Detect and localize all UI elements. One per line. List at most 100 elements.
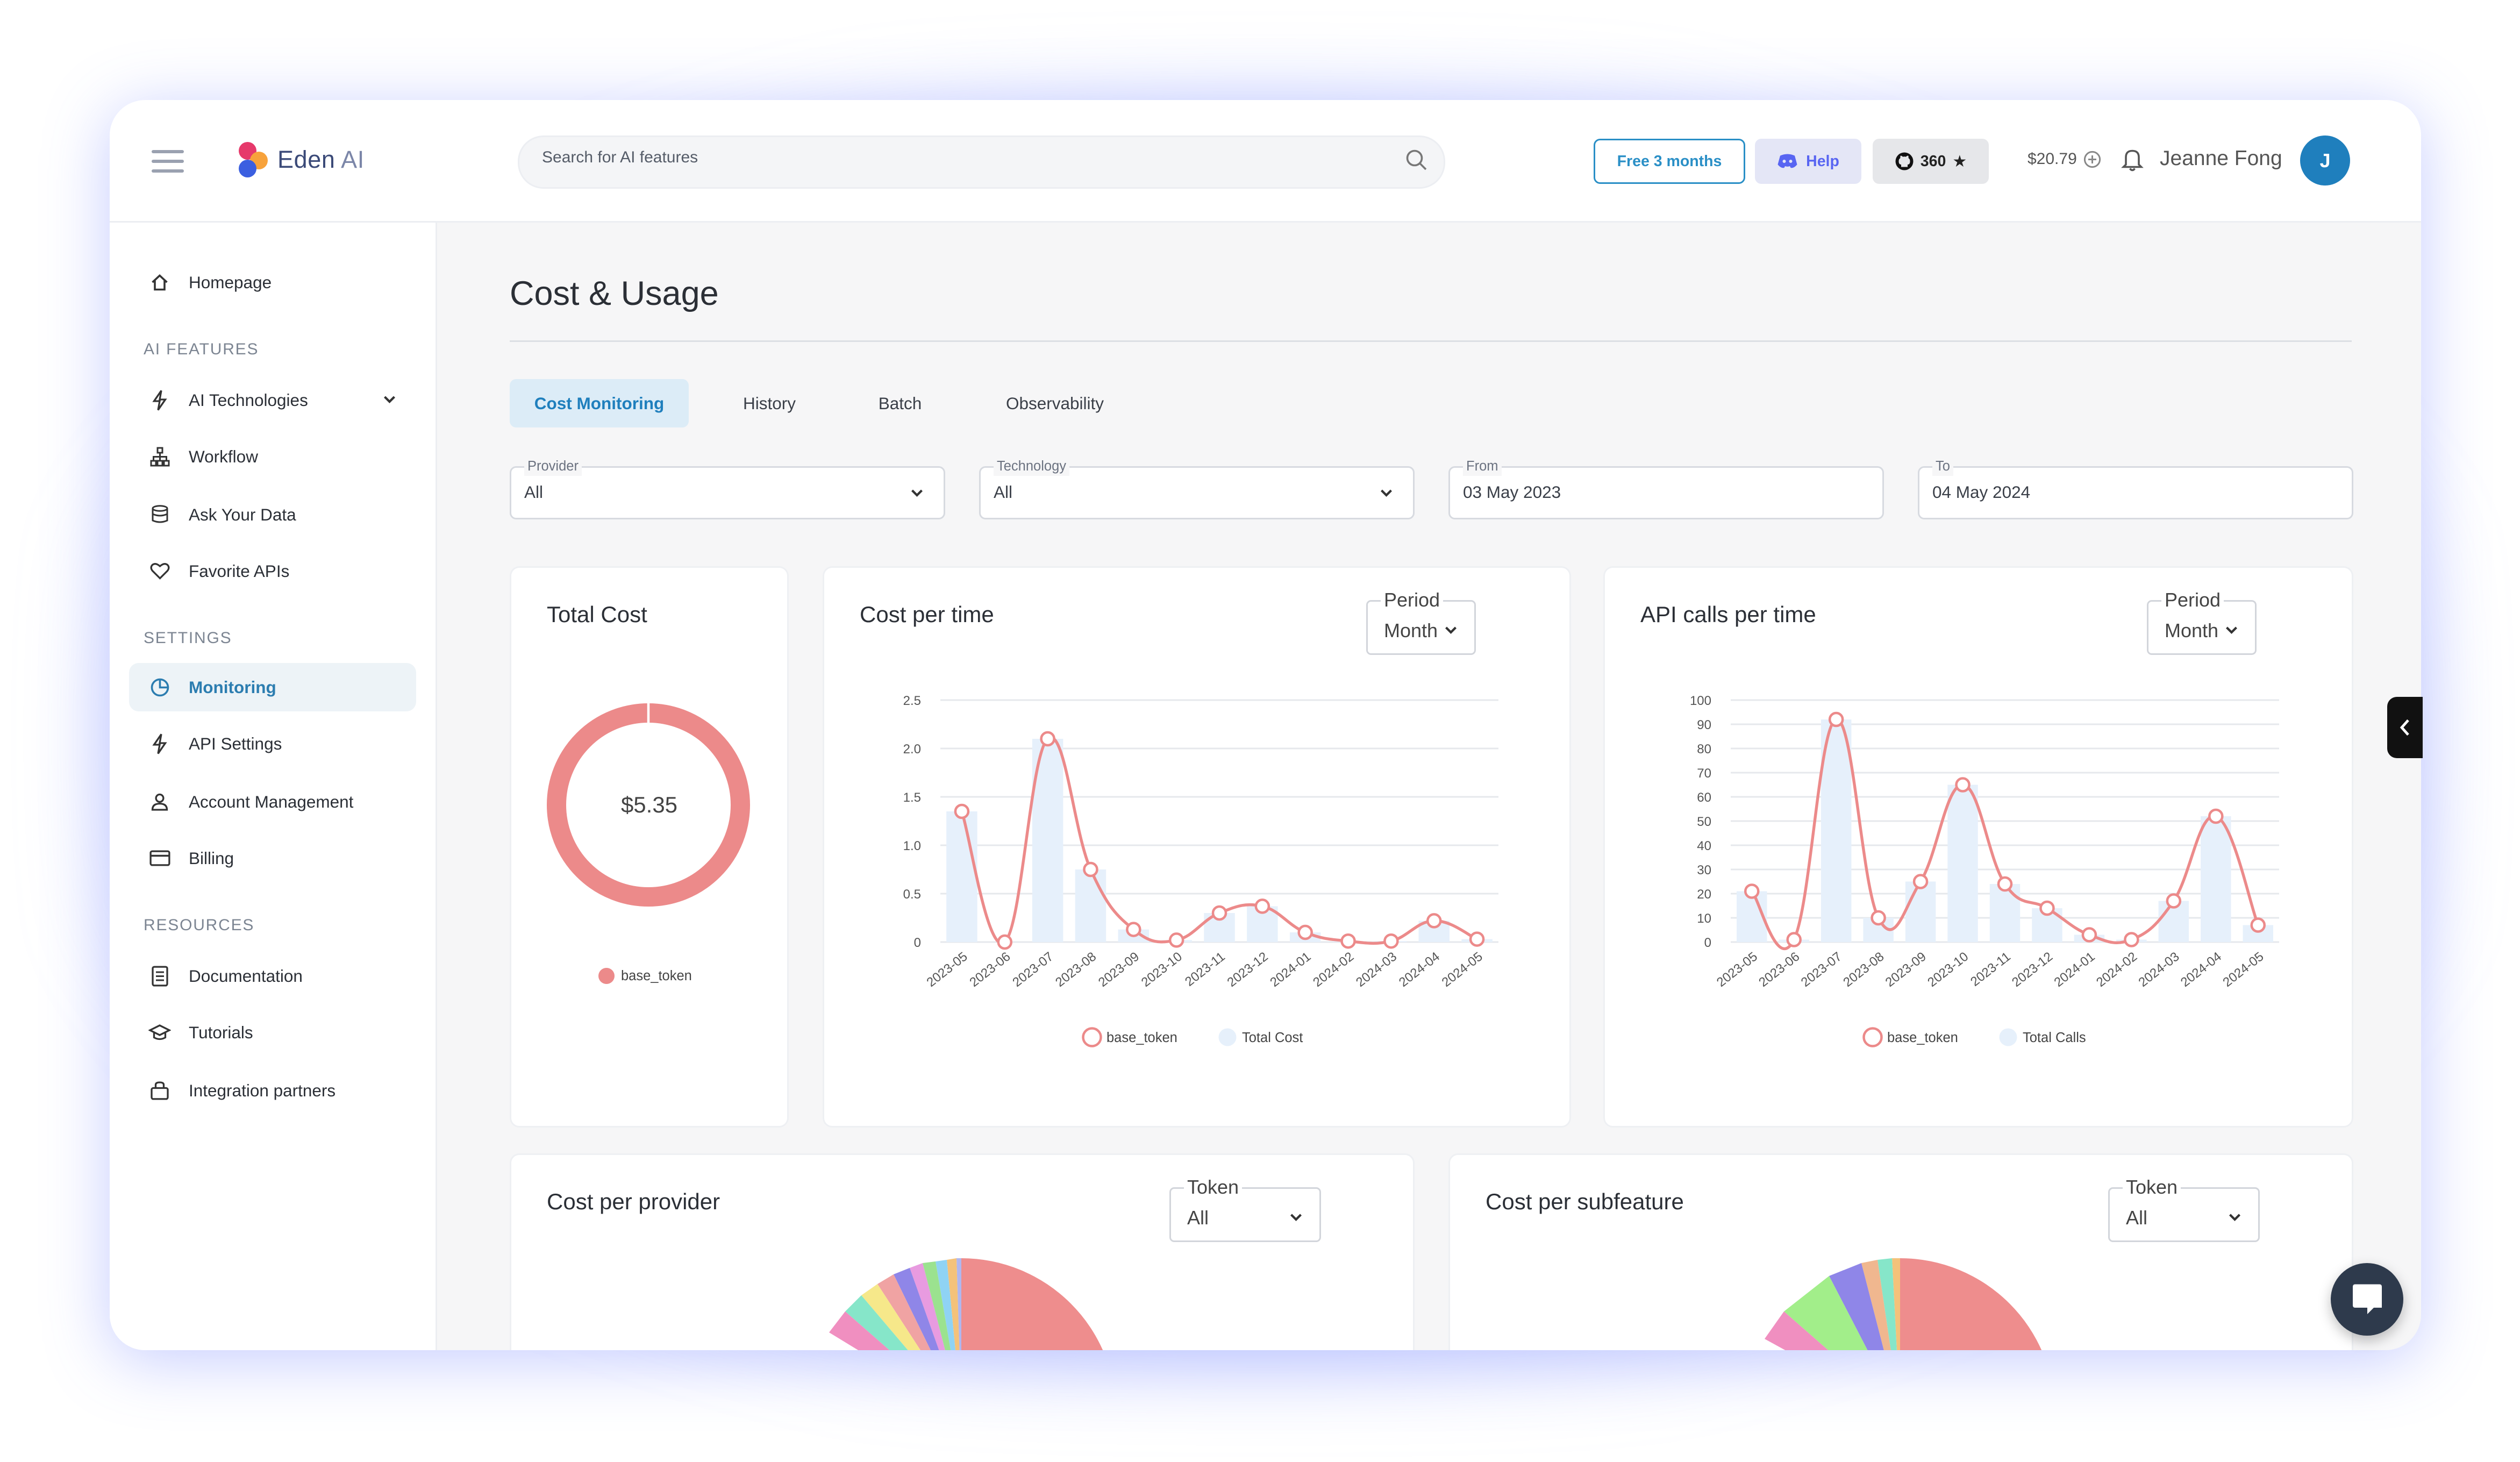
chevron-down-icon[interactable] (1379, 486, 1394, 500)
total-cost-value: $5.35 (620, 792, 678, 817)
tab-batch[interactable]: Batch (850, 379, 950, 427)
legend-label: base_token (621, 968, 692, 983)
provider-token-select[interactable]: Token All (1169, 1178, 1321, 1242)
data-point[interactable] (1297, 924, 1313, 940)
data-point[interactable] (1955, 777, 1971, 793)
data-point[interactable] (2250, 917, 2266, 933)
data-point[interactable] (1340, 933, 1356, 949)
notification-bell-icon[interactable] (2121, 147, 2144, 173)
bar[interactable] (2201, 816, 2231, 942)
graduation-cap-icon (148, 1021, 171, 1044)
x-tick-label: 2023-07 (1798, 949, 1845, 990)
data-point[interactable] (1126, 922, 1141, 937)
data-point[interactable] (1828, 711, 1844, 728)
section-settings: SETTINGS (144, 629, 232, 647)
bar[interactable] (1905, 881, 1936, 943)
data-point[interactable] (1871, 910, 1886, 926)
sidebar-item-integration-partners[interactable]: Integration partners (129, 1066, 416, 1115)
cost-per-subfeature-title: Cost per subfeature (1486, 1189, 1684, 1214)
sidebar-item-billing[interactable]: Billing (129, 834, 416, 882)
data-point[interactable] (1083, 861, 1098, 878)
tab-cost-monitoring[interactable]: Cost Monitoring (510, 379, 689, 427)
provider-select[interactable]: Provider All (510, 457, 945, 519)
chevron-down-icon[interactable] (382, 392, 397, 406)
sidebar-item-monitoring[interactable]: Monitoring (129, 663, 416, 711)
chevron-down-icon[interactable] (910, 486, 924, 500)
subfeature-token-select[interactable]: Token All (2108, 1178, 2260, 1242)
bar[interactable] (1075, 869, 1106, 942)
sidebar-item-label: Homepage (189, 272, 272, 292)
chevron-down-icon[interactable] (2228, 1210, 2242, 1224)
legend-label[interactable]: Total Cost (1242, 1030, 1303, 1045)
legend-label[interactable]: Total Calls (2023, 1030, 2086, 1045)
legend-label[interactable]: base_token (1106, 1030, 1177, 1045)
pie-slice[interactable] (1900, 1258, 2055, 1350)
pie-slice[interactable] (961, 1258, 1116, 1350)
data-point[interactable] (997, 934, 1013, 950)
menu-toggle-icon[interactable] (152, 150, 184, 173)
technology-label: Technology (994, 457, 1070, 476)
to-date-field[interactable]: To 04 May 2024 (1918, 457, 2353, 519)
search-input[interactable] (539, 147, 1384, 168)
data-point[interactable] (1383, 933, 1399, 949)
legend-label[interactable]: base_token (1887, 1030, 1958, 1045)
sidebar-item-documentation[interactable]: Documentation (129, 952, 416, 1000)
help-button[interactable]: Help (1755, 139, 1861, 184)
sidebar-item-api-settings[interactable]: API Settings (129, 719, 416, 768)
section-ai-features: AI FEATURES (144, 340, 259, 358)
token-label: Token (2123, 1178, 2181, 1197)
data-point[interactable] (2124, 932, 2139, 947)
support-chat-button[interactable] (2331, 1263, 2403, 1336)
data-point[interactable] (1426, 913, 1442, 929)
data-point[interactable] (1168, 932, 1184, 948)
data-point[interactable] (2166, 893, 2182, 909)
x-tick-label: 2024-04 (1396, 949, 1443, 990)
total-cost-legend[interactable]: base_token (598, 968, 692, 984)
lightning-icon (148, 389, 171, 411)
sidebar-item-tutorials[interactable]: Tutorials (129, 1008, 416, 1057)
user-name[interactable]: Jeanne Fong (2160, 147, 2282, 170)
bar[interactable] (1947, 785, 1978, 943)
data-point[interactable] (2208, 808, 2224, 824)
credit-balance[interactable]: $20.79 (2028, 150, 2101, 168)
sidebar-item-account-management[interactable]: Account Management (129, 778, 416, 826)
x-tick-label: 2023-07 (1010, 949, 1056, 990)
data-point[interactable] (1786, 932, 1802, 947)
data-point[interactable] (954, 803, 970, 819)
tab-history[interactable]: History (713, 379, 826, 427)
data-point[interactable] (1912, 874, 1929, 889)
sidebar-item-homepage[interactable]: Homepage (129, 258, 416, 306)
from-date-field[interactable]: From 03 May 2023 (1448, 457, 1884, 519)
chevron-down-icon[interactable] (1289, 1210, 1303, 1224)
github-stars-button[interactable]: 360 ★ (1873, 139, 1989, 184)
github-stars-count: 360 (1920, 152, 1946, 170)
document-icon (148, 965, 171, 987)
data-point[interactable] (1040, 731, 1055, 747)
eden-ai-logo[interactable]: Eden AI (235, 139, 365, 181)
side-panel-toggle[interactable] (2387, 697, 2423, 758)
add-credit-icon[interactable] (2083, 151, 2101, 168)
free-trial-button[interactable]: Free 3 months (1594, 139, 1745, 184)
user-avatar[interactable]: J (2300, 135, 2350, 186)
data-point[interactable] (1254, 898, 1270, 914)
x-tick-label: 2023-12 (1225, 949, 1271, 990)
data-point[interactable] (1469, 931, 1485, 947)
technology-select[interactable]: Technology All (979, 457, 1415, 519)
section-resources: RESOURCES (144, 916, 255, 934)
search-icon[interactable] (1405, 148, 1427, 171)
provider-value: All (524, 482, 544, 502)
sidebar-item-favorite-apis[interactable]: Favorite APIs (129, 547, 416, 595)
sidebar-item-ask-your-data[interactable]: Ask Your Data (129, 490, 416, 539)
data-point[interactable] (1744, 883, 1760, 899)
data-point[interactable] (1997, 876, 2013, 892)
data-point[interactable] (1211, 905, 1227, 921)
data-point[interactable] (2039, 900, 2055, 916)
sidebar-item-ai-technologies[interactable]: AI Technologies (129, 376, 416, 424)
search-bar[interactable] (518, 135, 1445, 189)
bar[interactable] (1989, 884, 2021, 942)
data-point[interactable] (2081, 927, 2097, 943)
tab-observability[interactable]: Observability (974, 379, 1136, 427)
sidebar-item-workflow[interactable]: Workflow (129, 432, 416, 481)
sidebar-item-label: Monitoring (189, 677, 276, 697)
bar[interactable] (946, 811, 977, 942)
